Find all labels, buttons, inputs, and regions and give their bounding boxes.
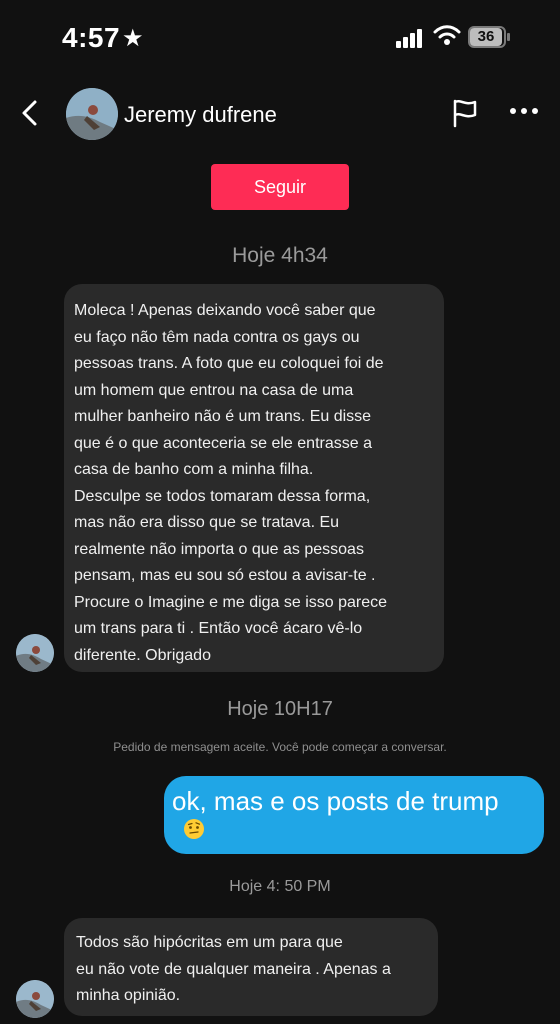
contact-photo-icon [66, 88, 118, 140]
message-timestamp: Hoje 10H17 [227, 698, 333, 720]
status-time: 4:57 [62, 22, 121, 53]
contact-name[interactable]: Jeremy dufrene [124, 102, 277, 128]
raised-eyebrow-emoji-icon [183, 818, 205, 840]
status-bar: 4:57 ★ 36 [0, 0, 560, 76]
incoming-message: Todos são hipócritas em um para que eu n… [64, 918, 438, 1016]
contact-avatar[interactable] [66, 88, 118, 140]
outgoing-message: ok, mas e os posts de trump [164, 776, 544, 854]
back-button[interactable] [16, 96, 46, 130]
star-icon: ★ [122, 25, 144, 52]
more-button[interactable] [508, 104, 540, 118]
sender-avatar[interactable] [16, 980, 54, 1018]
battery-level: 36 [470, 28, 502, 46]
message-timestamp: Hoje 4: 50 PM [229, 878, 331, 895]
incoming-message: Moleca ! Apenas deixando você saber que … [64, 284, 444, 672]
sender-photo-icon [16, 980, 54, 1018]
sender-avatar[interactable] [16, 634, 54, 672]
follow-button[interactable]: Seguir [211, 164, 349, 210]
wifi-icon [433, 25, 461, 45]
message-timestamp: Hoje 4h34 [232, 244, 328, 267]
message-thread: Seguir Hoje 4h34 Moleca ! Apenas deixand… [0, 150, 560, 1024]
signal-icon [396, 29, 422, 48]
flag-button[interactable] [450, 98, 480, 128]
system-note: Pedido de mensagem aceite. Você pode com… [113, 740, 447, 754]
sender-photo-icon [16, 634, 54, 672]
conversation-header: Jeremy dufrene [0, 76, 560, 151]
